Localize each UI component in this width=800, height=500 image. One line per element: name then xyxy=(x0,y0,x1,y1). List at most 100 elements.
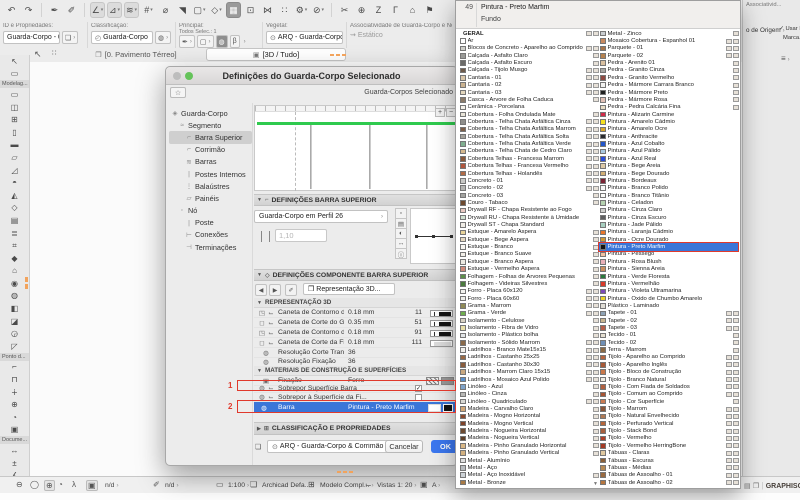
hamburger-menu-icon[interactable]: ≡ › xyxy=(781,54,790,63)
dimension-style-icon[interactable]: ▣ xyxy=(420,480,428,489)
surface-item[interactable]: Parquete - 01 xyxy=(599,45,739,52)
interior-elevation-tool[interactable]: ∔ xyxy=(0,386,29,399)
status-segment[interactable]: n/d › xyxy=(165,482,179,489)
visual-options-icon[interactable]: ⚙ ▾ xyxy=(294,2,309,18)
surface-item[interactable]: Casca - Árvore de Folha Caduca xyxy=(459,96,599,103)
texture-icon[interactable] xyxy=(726,406,732,412)
texture-icon[interactable] xyxy=(733,480,739,486)
surface-item[interactable]: Pintura - Branco Titânio xyxy=(599,192,739,199)
surface-item[interactable]: Metal - Bronze xyxy=(459,479,599,486)
status-segment[interactable]: Archicad Defa... › xyxy=(262,482,315,489)
surface-item[interactable]: Ar xyxy=(459,37,599,44)
split-icon[interactable]: ✂ xyxy=(337,2,352,18)
texture-icon[interactable] xyxy=(726,362,732,368)
pen-attribute-row[interactable]: ◻⌙ Caneta de Corte do Guarda... 0.35 mm 51 xyxy=(254,318,458,328)
tree-item-postes-internos[interactable]: ∣ Postes Internos xyxy=(169,168,252,180)
cursor-icon[interactable]: ↖ xyxy=(34,49,42,60)
texture-icon[interactable] xyxy=(733,90,739,96)
surface-item[interactable]: Pintura - Bordeaux xyxy=(599,177,739,184)
surface-item[interactable]: Folhagem - Folhas de Árvores Pequenas xyxy=(459,273,599,280)
surface-item[interactable]: Blocos de Concreto - Aparelho ao Comprid… xyxy=(459,45,599,52)
properties-button[interactable]: ❏ › xyxy=(62,31,79,44)
texture-icon[interactable] xyxy=(726,391,732,397)
texture-icon[interactable] xyxy=(726,458,732,464)
texture-icon[interactable] xyxy=(733,465,739,471)
surface-item[interactable]: Cerâmica - Porcelana xyxy=(459,104,599,111)
texture-icon[interactable] xyxy=(733,377,739,383)
walk-icon[interactable]: λ xyxy=(72,480,76,489)
surface-item[interactable]: Madeira - Pinho Granulado Vertical xyxy=(459,449,599,456)
pen-set-icon[interactable]: ⌙ xyxy=(365,480,372,489)
trace-reference-icon[interactable]: ⊡ xyxy=(243,2,258,18)
surface-item[interactable]: Calçada - Asfalto Escuro xyxy=(459,59,599,66)
surface-item[interactable]: Cobertura - Folha Ondulada Mate xyxy=(459,111,599,118)
surface-item[interactable]: Grama - Verde xyxy=(459,310,599,317)
surface-item[interactable]: Ladrilhos - Mosaico Azul Polido xyxy=(459,376,599,383)
status-segment[interactable]: A › xyxy=(432,482,440,489)
texture-icon[interactable] xyxy=(733,443,739,449)
flag-icon[interactable]: ⚑ xyxy=(422,2,437,18)
layers-icon[interactable]: ❏ xyxy=(250,480,257,489)
texture-icon[interactable] xyxy=(586,148,592,154)
texture-icon[interactable] xyxy=(733,347,739,353)
texture-icon[interactable] xyxy=(586,296,592,302)
dimension-tool[interactable]: ↔ xyxy=(0,444,29,457)
texture-icon[interactable] xyxy=(733,45,739,51)
surface-item[interactable]: Madeira - Pinho Granulado Horizontal xyxy=(459,442,599,449)
snap-reference-icon[interactable]: ≋ ▾ xyxy=(124,2,139,18)
tree-item-conex-es[interactable]: ⊢ Conexões xyxy=(169,229,252,241)
detail-tool[interactable]: ⊕ xyxy=(0,398,29,411)
surface-item[interactable]: Metal - Zinco xyxy=(599,30,739,37)
arrow-tool[interactable]: ↖ xyxy=(0,55,29,68)
info-icon[interactable]: ⓘ xyxy=(395,248,407,259)
surface-item[interactable]: Cantaria - 01 xyxy=(459,74,599,81)
surface-item[interactable]: Pintura - Verde Floresta xyxy=(599,273,739,280)
texture-icon[interactable] xyxy=(733,413,739,419)
redo-icon[interactable]: ↷ xyxy=(21,2,36,18)
texture-icon[interactable] xyxy=(726,53,732,59)
surface-item[interactable]: Isolamento - Sólido Marrom xyxy=(459,339,599,346)
surface-item[interactable]: Tijolo - Aparelho ao Comprido xyxy=(599,354,739,361)
classification-manager-button[interactable]: ◍ › xyxy=(155,31,172,44)
texture-icon[interactable] xyxy=(733,472,739,478)
surface-item[interactable]: Estuque - Vermelho Áspera xyxy=(459,266,599,273)
texture-icon[interactable] xyxy=(586,354,592,360)
surface-item[interactable]: Tapete - 03 xyxy=(599,324,739,331)
texture-icon[interactable] xyxy=(586,399,592,405)
surface-item[interactable]: Pintura - Sienna Areia xyxy=(599,266,739,273)
texture-icon[interactable] xyxy=(733,82,739,88)
surface-item[interactable]: Tábuas de Assoalho - 02 xyxy=(599,479,739,486)
surface-item[interactable]: Estuque - Branco Áspera xyxy=(459,258,599,265)
level-dimension-tool[interactable]: ± xyxy=(0,457,29,470)
surface-item[interactable]: Pintura - Vermelhão xyxy=(599,280,739,287)
filter-elements-icon[interactable]: ⊘ ▾ xyxy=(311,2,326,18)
surface-item[interactable]: Pintura - Óxido de Chumbo Amarelo xyxy=(599,295,739,302)
tree-item-termina-es[interactable]: ⊣ Terminações xyxy=(169,241,252,253)
selection-marquee-icon[interactable]: ▢ ▾ xyxy=(192,2,207,18)
surface-item[interactable]: Tijolo - Bloco de Construção xyxy=(599,369,739,376)
fill-widget[interactable]: ▢ › xyxy=(196,35,214,48)
tree-item-bala-stres[interactable]: ⋮ Balaústres xyxy=(169,180,252,192)
texture-icon[interactable] xyxy=(726,472,732,478)
surface-item[interactable]: Cobertura - Telha Chata de Cedro Claro xyxy=(459,148,599,155)
texture-icon[interactable] xyxy=(733,31,739,37)
texture-icon[interactable] xyxy=(733,104,739,110)
tree-item-barra-superior[interactable]: ⌐ Barra Superior xyxy=(169,131,252,144)
favorites-button[interactable]: ☆ xyxy=(170,87,186,98)
surface-item[interactable]: Drywall RU - Chapa Resistente à Umidade xyxy=(459,214,599,221)
surface-item[interactable]: Tijolo - Marrom xyxy=(599,405,739,412)
elevation-tool[interactable]: ⊓ xyxy=(0,373,29,386)
surface-item[interactable]: Tábuas - Médias xyxy=(599,464,739,471)
texture-icon[interactable] xyxy=(726,413,732,419)
tree-item-corrim-o[interactable]: ⌐ Corrimão xyxy=(169,144,252,156)
pen-preview[interactable] xyxy=(430,339,453,347)
texture-icon[interactable] xyxy=(726,369,732,375)
texture-icon[interactable] xyxy=(733,428,739,434)
window-tool[interactable]: ⊞ xyxy=(0,113,29,126)
texture-icon[interactable] xyxy=(733,67,739,73)
texture-icon[interactable] xyxy=(733,354,739,360)
surface-item[interactable]: Pintura - Azul Cobalto xyxy=(599,140,739,147)
tree-item-barras[interactable]: ≋ Barras xyxy=(169,156,252,168)
texture-icon[interactable] xyxy=(586,377,592,383)
railing-tool[interactable]: ⌗ xyxy=(0,239,29,252)
